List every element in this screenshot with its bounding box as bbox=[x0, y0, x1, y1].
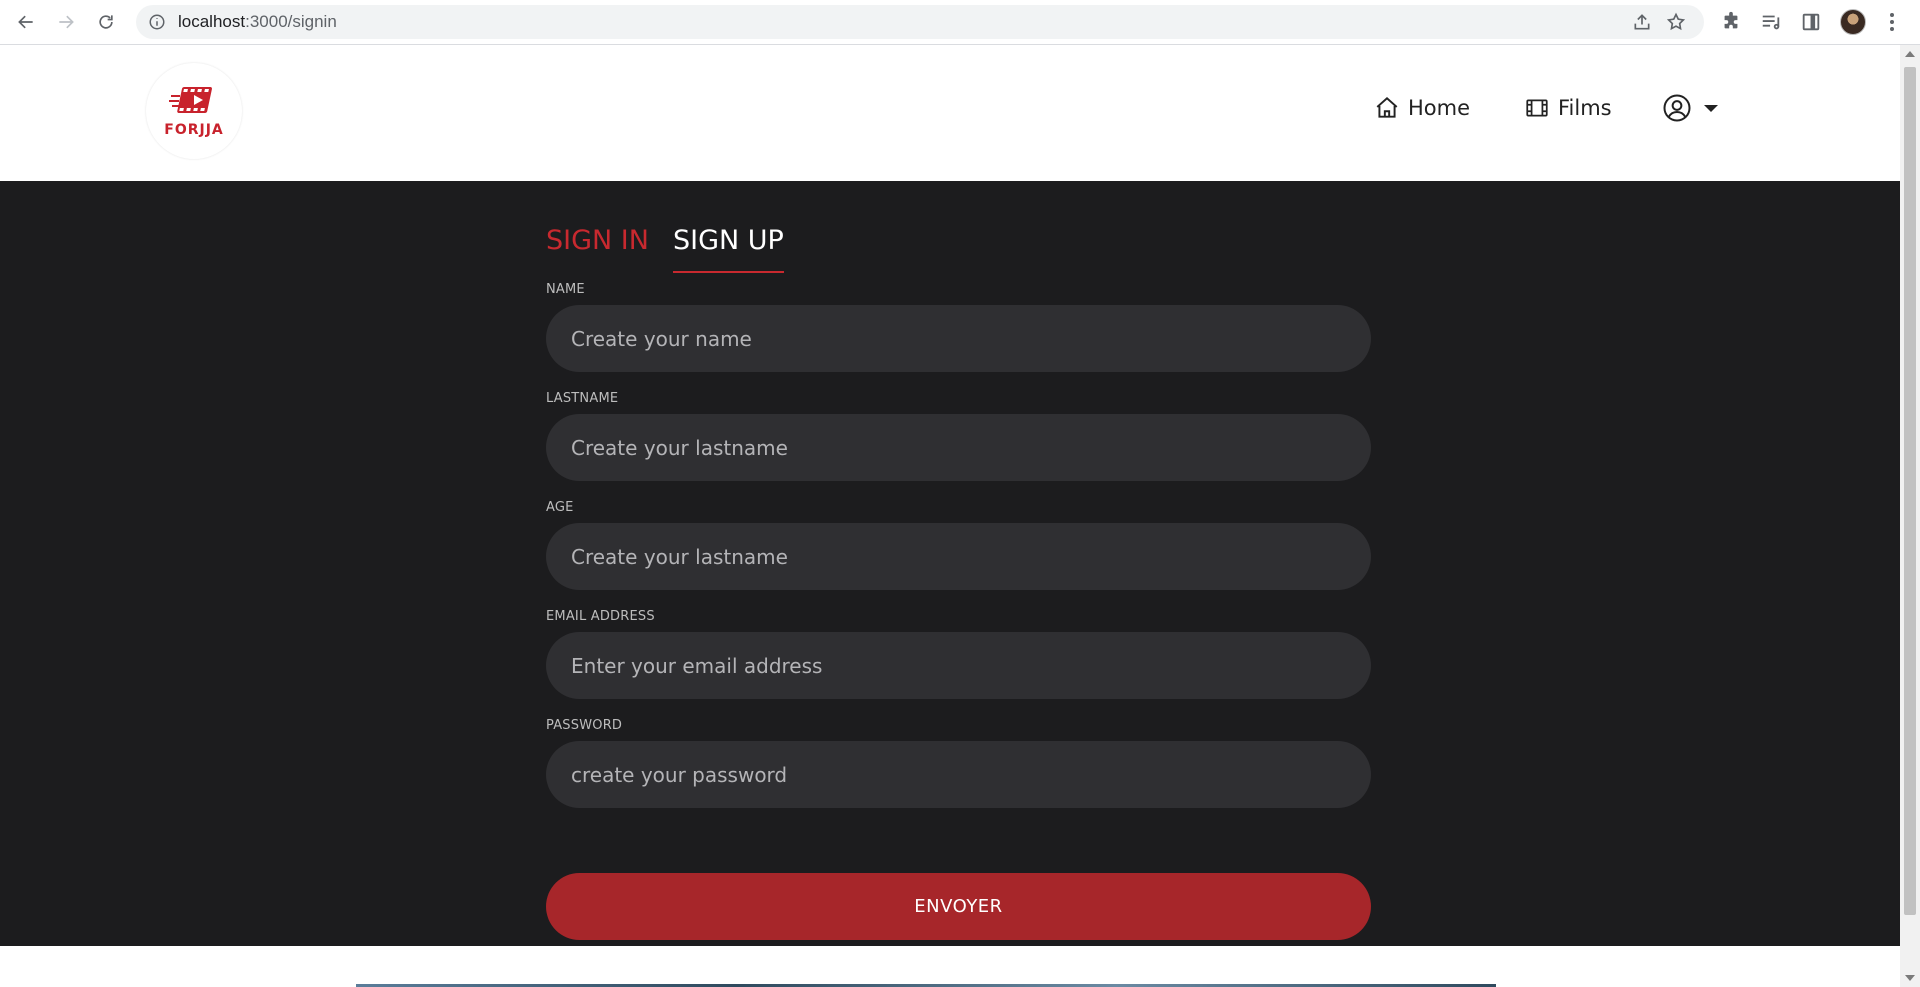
password-label: PASSWORD bbox=[546, 718, 623, 733]
page-viewport: FORJJA Home Films SIGN IN SIGN UP NAME L… bbox=[0, 45, 1900, 987]
auth-section: SIGN IN SIGN UP NAME LASTNAME AGE EMAIL … bbox=[0, 181, 1900, 946]
age-field: AGE bbox=[546, 499, 1371, 590]
share-icon[interactable] bbox=[1632, 12, 1652, 32]
reload-icon[interactable] bbox=[92, 8, 120, 36]
name-input[interactable] bbox=[546, 305, 1371, 372]
site-logo[interactable]: FORJJA bbox=[146, 63, 242, 159]
back-icon[interactable] bbox=[12, 8, 40, 36]
site-header: FORJJA Home Films bbox=[0, 45, 1900, 181]
lastname-field: LASTNAME bbox=[546, 390, 1371, 481]
nav-films[interactable]: Films bbox=[1524, 95, 1612, 121]
email-label: EMAIL ADDRESS bbox=[546, 609, 655, 624]
tab-sign-up[interactable]: SIGN UP bbox=[672, 223, 784, 273]
nav-films-label: Films bbox=[1558, 96, 1612, 120]
password-input[interactable] bbox=[546, 741, 1371, 808]
lastname-label: LASTNAME bbox=[546, 391, 619, 406]
logo-text: FORJJA bbox=[164, 122, 224, 138]
lastname-input[interactable] bbox=[546, 414, 1371, 481]
scrollbar-thumb[interactable] bbox=[1904, 67, 1916, 915]
age-label: AGE bbox=[546, 500, 574, 515]
scroll-down-icon[interactable] bbox=[1905, 975, 1915, 981]
side-panel-icon[interactable] bbox=[1800, 11, 1822, 33]
user-circle-icon bbox=[1663, 94, 1691, 122]
age-input[interactable] bbox=[546, 523, 1371, 590]
email-input[interactable] bbox=[546, 632, 1371, 699]
scroll-up-icon[interactable] bbox=[1905, 51, 1915, 57]
bookmark-star-icon[interactable] bbox=[1666, 12, 1686, 32]
password-field: PASSWORD bbox=[546, 717, 1371, 808]
auth-tabs: SIGN IN SIGN UP bbox=[546, 223, 784, 273]
nav-home[interactable]: Home bbox=[1374, 95, 1470, 121]
url-host: localhost bbox=[178, 12, 246, 31]
address-bar[interactable]: localhost:3000/signin bbox=[136, 5, 1704, 39]
page-scrollbar[interactable] bbox=[1900, 45, 1920, 987]
footer-strip bbox=[0, 946, 1900, 987]
name-field: NAME bbox=[546, 281, 1371, 372]
browser-toolbar: localhost:3000/signin bbox=[0, 0, 1920, 45]
media-queue-icon[interactable] bbox=[1760, 11, 1782, 33]
extensions-icon[interactable] bbox=[1720, 11, 1742, 33]
submit-button[interactable]: ENVOYER bbox=[546, 873, 1371, 940]
user-menu-dropdown[interactable] bbox=[1662, 93, 1718, 123]
name-label: NAME bbox=[546, 282, 585, 297]
home-icon bbox=[1376, 96, 1398, 118]
profile-avatar[interactable] bbox=[1840, 9, 1866, 35]
nav-home-label: Home bbox=[1408, 96, 1471, 120]
film-icon bbox=[1526, 99, 1548, 117]
forward-icon[interactable] bbox=[52, 8, 80, 36]
email-field: EMAIL ADDRESS bbox=[546, 608, 1371, 699]
tab-sign-in[interactable]: SIGN IN bbox=[546, 223, 649, 273]
more-menu-icon[interactable] bbox=[1884, 10, 1900, 34]
url-text[interactable]: localhost:3000/signin bbox=[178, 12, 337, 32]
caret-down-icon bbox=[1704, 104, 1718, 112]
site-info-icon[interactable] bbox=[148, 13, 166, 31]
film-play-logo-icon bbox=[169, 87, 212, 113]
url-path: :3000/signin bbox=[245, 12, 337, 31]
